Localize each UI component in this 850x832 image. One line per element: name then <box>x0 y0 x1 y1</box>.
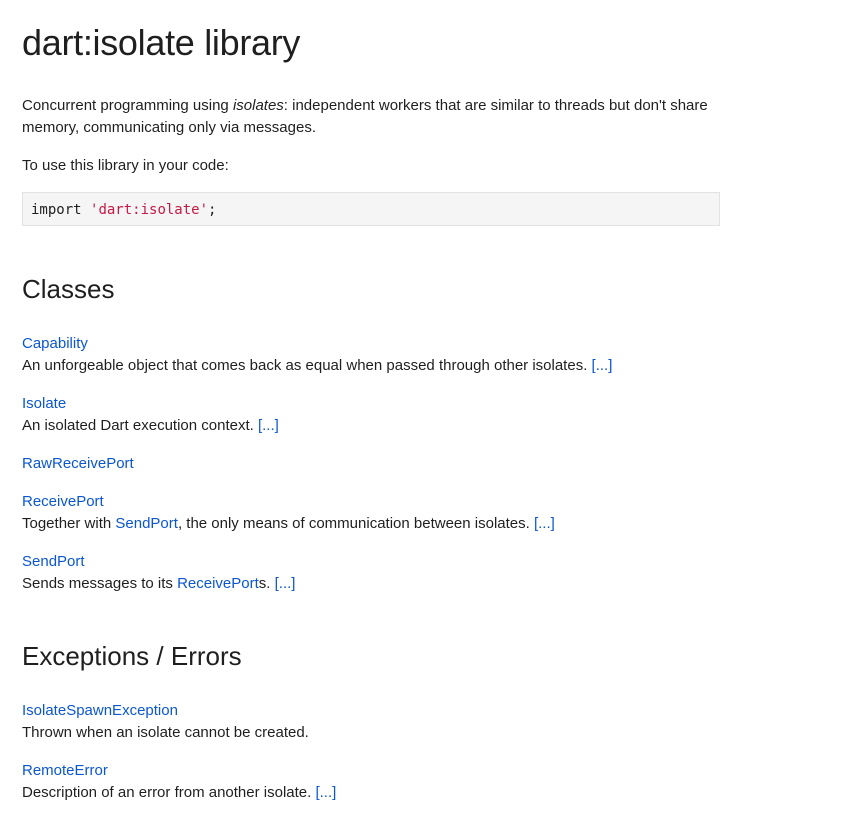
class-link-isolate[interactable]: Isolate <box>22 393 66 415</box>
description-text: An unforgeable object that comes back as… <box>22 357 592 374</box>
more-link[interactable]: [...] <box>315 784 336 801</box>
class-link-rawreceiveport[interactable]: RawReceivePort <box>22 453 134 475</box>
description-text: An isolated Dart execution context. <box>22 417 258 434</box>
class-description: Sends messages to its ReceivePorts. [...… <box>22 573 782 595</box>
classes-list: Capability An unforgeable object that co… <box>22 333 782 611</box>
exceptions-list: IsolateSpawnException Thrown when an iso… <box>22 700 782 820</box>
class-entry-sendport: SendPort Sends messages to its ReceivePo… <box>22 551 782 595</box>
class-description: An isolated Dart execution context. [...… <box>22 415 782 437</box>
class-link-receiveport[interactable]: ReceivePort <box>22 491 104 513</box>
class-entry-isolate: Isolate An isolated Dart execution conte… <box>22 393 782 437</box>
class-link-capability[interactable]: Capability <box>22 333 88 355</box>
more-link[interactable]: [...] <box>534 515 555 532</box>
class-description: Together with SendPort, the only means o… <box>22 513 782 535</box>
more-link[interactable]: [...] <box>275 575 296 592</box>
inline-link-sendport[interactable]: SendPort <box>115 515 178 532</box>
description-text: Sends messages to its <box>22 575 178 592</box>
intro-prefix: Concurrent programming using <box>22 97 233 114</box>
class-description: An unforgeable object that comes back as… <box>22 355 782 377</box>
intro-emphasis: isolates <box>232 97 284 114</box>
code-terminator: ; <box>208 202 217 218</box>
exception-link-remoteerror[interactable]: RemoteError <box>22 760 108 782</box>
code-string: 'dart:isolate' <box>90 202 209 218</box>
class-entry-receiveport: ReceivePort Together with SendPort, the … <box>22 491 782 535</box>
library-description: Concurrent programming using isolates: i… <box>22 95 742 139</box>
import-code-block[interactable]: import 'dart:isolate'; <box>22 192 720 226</box>
description-text: Description of an error from another iso… <box>22 784 316 801</box>
exception-entry-remoteerror: RemoteError Description of an error from… <box>22 760 782 804</box>
exception-entry-isolatespawnexception: IsolateSpawnException Thrown when an iso… <box>22 700 782 744</box>
more-link[interactable]: [...] <box>592 357 613 374</box>
description-text: Thrown when an isolate cannot be created… <box>22 724 309 741</box>
exception-description: Description of an error from another iso… <box>22 782 782 804</box>
description-text: Together with <box>22 515 116 532</box>
exception-description: Thrown when an isolate cannot be created… <box>22 722 782 744</box>
library-page: dart:isolate library Concurrent programm… <box>0 0 850 832</box>
inline-link-receiveport[interactable]: ReceivePort <box>177 575 259 592</box>
usage-text: To use this library in your code: <box>22 157 229 174</box>
class-entry-rawreceiveport: RawReceivePort <box>22 453 782 475</box>
description-text: s. <box>258 575 275 592</box>
more-link[interactable]: [...] <box>258 417 279 434</box>
exception-link-isolatespawnexception[interactable]: IsolateSpawnException <box>22 700 178 722</box>
classes-heading: Classes <box>22 274 115 304</box>
description-text: , the only means of communication betwee… <box>177 515 534 532</box>
page-title: dart:isolate library <box>22 22 301 63</box>
code-keyword: import <box>31 202 82 218</box>
class-link-sendport[interactable]: SendPort <box>22 551 85 573</box>
exceptions-heading: Exceptions / Errors <box>22 641 242 671</box>
class-entry-capability: Capability An unforgeable object that co… <box>22 333 782 377</box>
